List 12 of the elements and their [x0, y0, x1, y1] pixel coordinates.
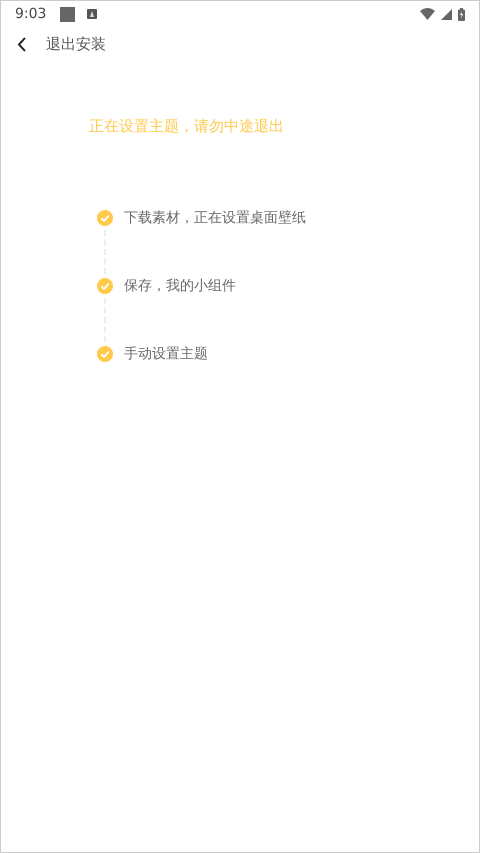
- back-icon: [17, 36, 26, 52]
- page-title: 退出安装: [46, 34, 106, 54]
- notification-icon: [60, 6, 76, 22]
- step-label: 保存，我的小组件: [124, 277, 236, 295]
- status-time: 9:03: [15, 6, 46, 22]
- battery-icon: [458, 8, 465, 20]
- step-label: 下载素材，正在设置桌面壁纸: [124, 209, 306, 227]
- signal-icon: [441, 8, 452, 20]
- notification-icon: [87, 9, 98, 19]
- wifi-icon: [420, 8, 435, 20]
- warning-message: 正在设置主题，请勿中途退出: [89, 117, 285, 136]
- step-label: 手动设置主题: [124, 345, 208, 363]
